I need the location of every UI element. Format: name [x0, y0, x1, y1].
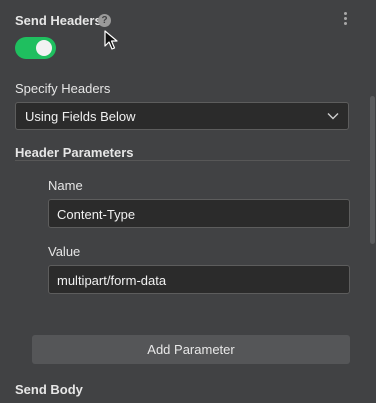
specify-headers-label: Specify Headers: [15, 81, 111, 96]
send-body-label: Send Body: [15, 382, 83, 397]
chevron-down-icon: [327, 113, 339, 120]
vertical-scrollbar[interactable]: [370, 96, 375, 244]
value-field[interactable]: multipart/form-data: [48, 265, 350, 294]
value-field-value: multipart/form-data: [57, 273, 167, 288]
header-parameters-title: Header Parameters: [15, 145, 134, 160]
mouse-cursor-icon: [104, 30, 118, 50]
specify-headers-selected-value: Using Fields Below: [25, 109, 136, 124]
node-parameters-panel: { "send_headers": { "label": "Send Heade…: [0, 0, 376, 403]
specify-headers-select[interactable]: Using Fields Below: [15, 102, 349, 130]
name-field-label: Name: [48, 178, 83, 193]
question-circle-icon[interactable]: ?: [98, 14, 111, 27]
value-field-label: Value: [48, 244, 81, 259]
toggle-knob: [36, 40, 52, 56]
vertical-ellipsis-icon[interactable]: [341, 12, 349, 28]
send-headers-label: Send Headers: [15, 13, 102, 28]
section-divider: [15, 160, 350, 161]
name-field[interactable]: Content-Type: [48, 199, 350, 228]
add-parameter-button[interactable]: Add Parameter: [32, 335, 350, 364]
send-headers-toggle[interactable]: [15, 37, 56, 59]
name-field-value: Content-Type: [57, 207, 136, 222]
